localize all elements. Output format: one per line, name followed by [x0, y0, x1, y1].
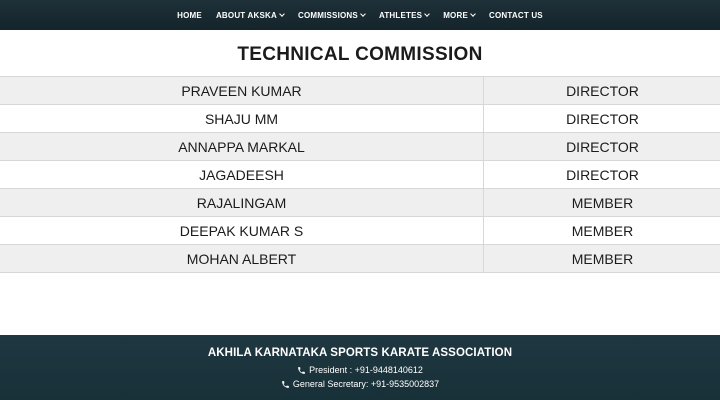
- commission-members-table: PRAVEEN KUMAR DIRECTOR SHAJU MM DIRECTOR…: [0, 76, 720, 273]
- nav-home[interactable]: HOME: [177, 11, 202, 20]
- page-title: TECHNICAL COMMISSION: [237, 44, 483, 65]
- table-row: MOHAN ALBERT MEMBER: [0, 244, 720, 273]
- table-row: SHAJU MM DIRECTOR: [0, 104, 720, 133]
- nav-contact-us[interactable]: CONTACT US: [489, 11, 543, 20]
- member-role: DIRECTOR: [483, 132, 720, 161]
- member-role: MEMBER: [483, 216, 720, 245]
- member-name: ANNAPPA MARKAL: [0, 132, 484, 161]
- table-row: ANNAPPA MARKAL DIRECTOR: [0, 132, 720, 161]
- secretary-contact[interactable]: General Secretary: +91-9535002837: [0, 379, 720, 389]
- chevron-down-icon: [279, 10, 285, 17]
- president-contact[interactable]: President : +91-9448140612: [0, 365, 720, 375]
- member-role: MEMBER: [483, 244, 720, 273]
- nav-athletes-label: ATHLETES: [378, 10, 423, 20]
- nav-athletes[interactable]: ATHLETES: [378, 10, 431, 20]
- table-row: PRAVEEN KUMAR DIRECTOR: [0, 76, 720, 105]
- top-navigation: HOME ABOUT AKSKA COMMISSIONS ATHLETES MO…: [0, 0, 720, 30]
- chevron-down-icon: [360, 10, 366, 17]
- member-name: RAJALINGAM: [0, 188, 484, 217]
- member-name: SHAJU MM: [0, 104, 484, 133]
- member-name: PRAVEEN KUMAR: [0, 76, 484, 105]
- member-name: JAGADEESH: [0, 160, 484, 189]
- nav-commissions-label: COMMISSIONS: [297, 10, 358, 20]
- nav-more-label: MORE: [443, 10, 468, 20]
- nav-about-akska[interactable]: ABOUT AKSKA: [215, 10, 285, 20]
- table-row: JAGADEESH DIRECTOR: [0, 160, 720, 189]
- table-row: DEEPAK KUMAR S MEMBER: [0, 216, 720, 245]
- member-role: DIRECTOR: [483, 160, 720, 189]
- nav-commissions[interactable]: COMMISSIONS: [297, 10, 366, 20]
- chevron-down-icon: [424, 10, 431, 17]
- table-row: RAJALINGAM MEMBER: [0, 188, 720, 217]
- phone-icon: [281, 380, 289, 388]
- member-role: MEMBER: [483, 188, 720, 217]
- nav-more[interactable]: MORE: [443, 10, 476, 20]
- footer-title: AKHILA KARNATAKA SPORTS KARATE ASSOCIATI…: [207, 347, 513, 359]
- member-role: DIRECTOR: [483, 76, 720, 105]
- chevron-down-icon: [470, 10, 476, 17]
- phone-icon: [298, 366, 305, 374]
- secretary-phone: General Secretary: +91-9535002837: [292, 379, 440, 389]
- site-footer: AKHILA KARNATAKA SPORTS KARATE ASSOCIATI…: [0, 335, 720, 400]
- nav-about-akska-label: ABOUT AKSKA: [215, 10, 277, 20]
- president-phone: President : +91-9448140612: [309, 365, 423, 375]
- member-name: MOHAN ALBERT: [0, 244, 484, 273]
- member-name: DEEPAK KUMAR S: [0, 216, 484, 245]
- nav-contact-us-label: CONTACT US: [489, 10, 543, 20]
- member-role: DIRECTOR: [483, 104, 720, 133]
- nav-home-label: HOME: [177, 10, 202, 20]
